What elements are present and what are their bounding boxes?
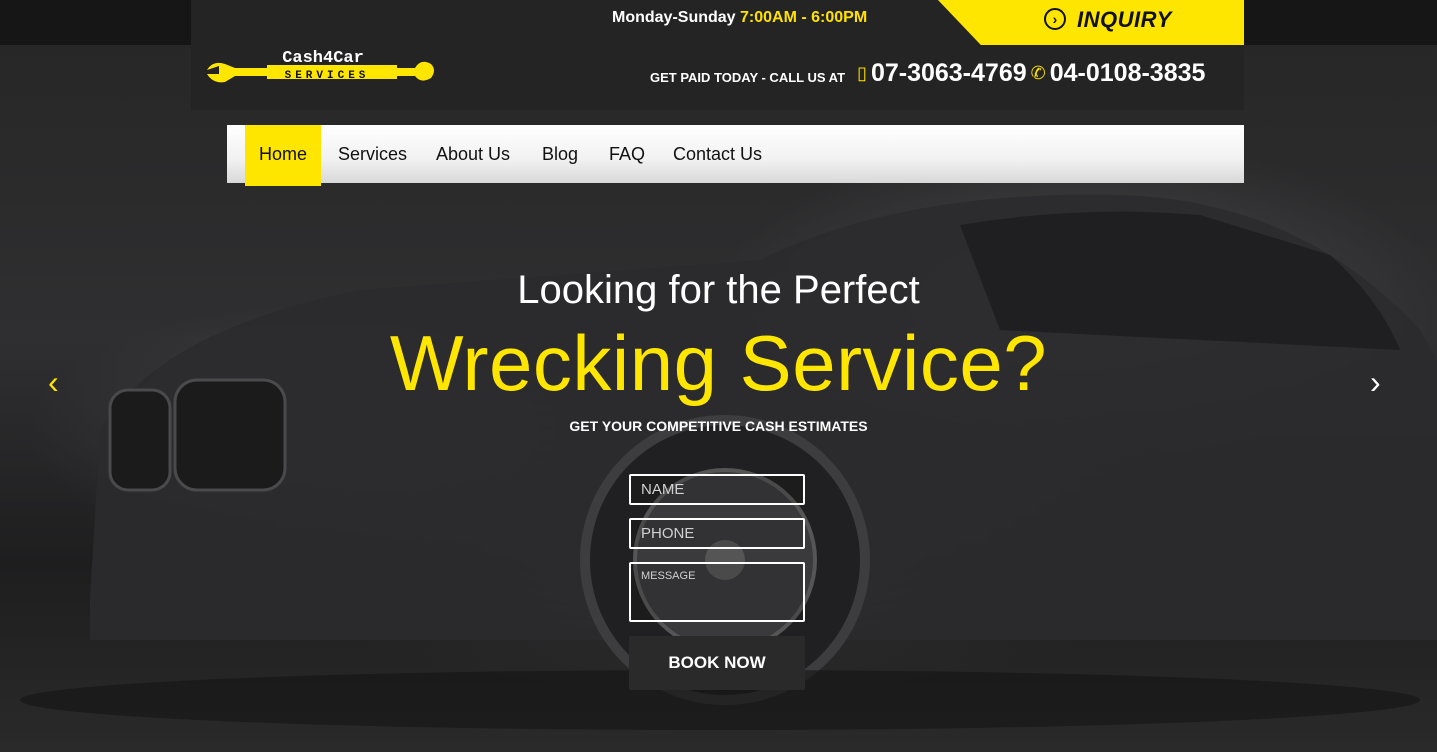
logo[interactable]: Cash4Car SERVICES (205, 48, 437, 90)
book-now-button[interactable]: BOOK NOW (629, 636, 805, 690)
hero-heading-line2: Wrecking Service? (389, 319, 1048, 407)
hours-days: Monday-Sunday (612, 9, 741, 26)
hero-subtitle: GET YOUR COMPETITIVE CASH ESTIMATES (569, 418, 868, 434)
logo-text-line1: Cash4Car (282, 49, 364, 68)
name-input[interactable] (629, 474, 805, 505)
nav-item-blog[interactable]: Blog (542, 125, 578, 186)
nav-item-home[interactable]: Home (245, 125, 322, 186)
phone-input[interactable] (629, 518, 805, 549)
inquiry-label: INQUIRY (1077, 7, 1172, 32)
phone-icon: ✆ (1030, 62, 1046, 83)
phone-number-2[interactable]: 04-0108-3835 (1050, 59, 1206, 88)
call-label: GET PAID TODAY - CALL US AT (650, 69, 846, 85)
nav-item-contact-us[interactable]: Contact Us (673, 125, 762, 186)
inquiry-button[interactable]: › INQUIRY (938, 0, 1244, 45)
main-nav: Home Services About Us Blog FAQ Contact … (227, 125, 1244, 186)
nav-item-services[interactable]: Services (338, 125, 407, 186)
hero-heading-line1: Looking for the Perfect (517, 268, 920, 312)
business-hours: Monday-Sunday 7:00AM - 6:00PM (612, 9, 867, 27)
phone-number-1[interactable]: 07-3063-4769 (871, 59, 1027, 88)
message-input[interactable] (629, 562, 805, 622)
nav-item-about-us[interactable]: About Us (436, 125, 510, 186)
call-line: GET PAID TODAY - CALL US AT ▯ 07-3063-47… (650, 58, 1209, 88)
arrow-circle-icon: › (1044, 8, 1066, 30)
nav-item-faq[interactable]: FAQ (609, 125, 645, 186)
logo-text-line2: SERVICES (285, 70, 370, 82)
hours-time: 7:00AM - 6:00PM (740, 9, 868, 26)
mobile-phone-icon: ▯ (857, 62, 867, 83)
